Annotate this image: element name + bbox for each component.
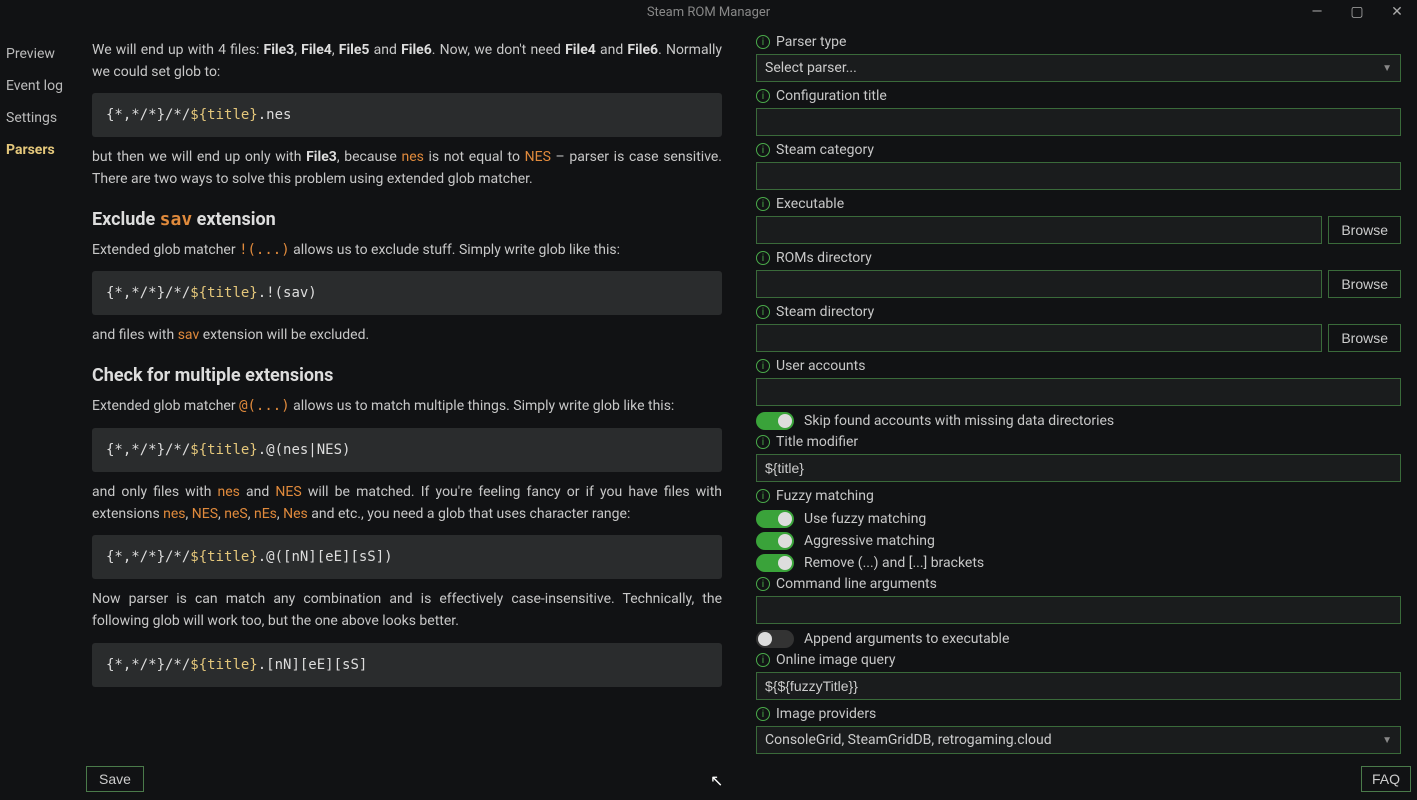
label-user-accounts: User accounts (776, 358, 865, 374)
window-title: Steam ROM Manager (647, 5, 770, 20)
code-block-2: {*,*/*}/*/${title}.!(sav) (92, 271, 722, 315)
cmdargs-input[interactable] (756, 596, 1401, 624)
doc-paragraph: Extended glob matcher @(...) allows us t… (92, 396, 722, 418)
label-skip-accounts: Skip found accounts with missing data di… (804, 413, 1114, 429)
info-icon[interactable]: i (756, 305, 770, 319)
code-block-3: {*,*/*}/*/${title}.@(nes|NES) (92, 428, 722, 472)
sidebar-item-settings[interactable]: Settings (0, 102, 80, 134)
label-steam-category: Steam category (776, 142, 874, 158)
info-icon[interactable]: i (756, 251, 770, 265)
parser-type-select[interactable]: Select parser...▼ (756, 54, 1401, 82)
label-use-fuzzy: Use fuzzy matching (804, 511, 926, 527)
close-button[interactable]: ✕ (1377, 0, 1417, 24)
use-fuzzy-toggle[interactable] (756, 510, 794, 528)
info-icon[interactable]: i (756, 35, 770, 49)
steam-dir-input[interactable] (756, 324, 1322, 352)
info-icon[interactable]: i (756, 653, 770, 667)
info-icon[interactable]: i (756, 489, 770, 503)
label-config-title: Configuration title (776, 88, 887, 104)
faq-button[interactable]: FAQ (1361, 766, 1411, 792)
steam-category-input[interactable] (756, 162, 1401, 190)
chevron-down-icon: ▼ (1382, 735, 1392, 746)
label-online-image: Online image query (776, 652, 895, 668)
doc-paragraph: Now parser is can match any combination … (92, 589, 722, 632)
doc-heading-exclude: Exclude sav extension (92, 209, 722, 230)
info-icon[interactable]: i (756, 89, 770, 103)
sidebar: Preview Event log Settings Parsers (0, 24, 80, 800)
doc-paragraph: Extended glob matcher !(...) allows us t… (92, 240, 722, 262)
browse-steam-button[interactable]: Browse (1328, 324, 1401, 352)
parser-config-form: i Parser type Select parser...▼ i Configur… (740, 24, 1417, 800)
label-title-modifier: Title modifier (776, 434, 858, 450)
chevron-down-icon: ▼ (1382, 63, 1392, 74)
skip-accounts-toggle[interactable] (756, 412, 794, 430)
code-block-1: {*,*/*}/*/${title}.nes (92, 93, 722, 137)
doc-paragraph: but then we will end up only with File3,… (92, 147, 722, 190)
sidebar-item-parsers[interactable]: Parsers (0, 134, 80, 166)
code-block-4: {*,*/*}/*/${title}.@([nN][eE][sS]) (92, 535, 722, 579)
image-providers-select[interactable]: ConsoleGrid, SteamGridDB, retrogaming.cl… (756, 726, 1401, 754)
maximize-button[interactable]: ▢ (1337, 0, 1377, 24)
info-icon[interactable]: i (756, 707, 770, 721)
titlebar: Steam ROM Manager — ▢ ✕ (0, 0, 1417, 24)
label-roms-dir: ROMs directory (776, 250, 872, 266)
title-modifier-input[interactable] (756, 454, 1401, 482)
label-aggressive: Aggressive matching (804, 533, 935, 549)
executable-input[interactable] (756, 216, 1322, 244)
browse-executable-button[interactable]: Browse (1328, 216, 1401, 244)
roms-dir-input[interactable] (756, 270, 1322, 298)
info-icon[interactable]: i (756, 197, 770, 211)
label-executable: Executable (776, 196, 844, 212)
code-block-5: {*,*/*}/*/${title}.[nN][eE][sS] (92, 643, 722, 687)
aggressive-toggle[interactable] (756, 532, 794, 550)
info-icon[interactable]: i (756, 359, 770, 373)
user-accounts-input[interactable] (756, 378, 1401, 406)
label-append-args: Append arguments to executable (804, 631, 1009, 647)
label-steam-dir: Steam directory (776, 304, 874, 320)
sidebar-item-eventlog[interactable]: Event log (0, 70, 80, 102)
minimize-button[interactable]: — (1297, 0, 1337, 24)
online-image-input[interactable] (756, 672, 1401, 700)
label-cmdargs: Command line arguments (776, 576, 937, 592)
label-remove-brackets: Remove (...) and [...] brackets (804, 555, 984, 571)
documentation-panel: We will end up with 4 files: File3, File… (80, 24, 740, 800)
remove-brackets-toggle[interactable] (756, 554, 794, 572)
info-icon[interactable]: i (756, 143, 770, 157)
label-fuzzy: Fuzzy matching (776, 488, 874, 504)
window-controls: — ▢ ✕ (1297, 0, 1417, 24)
doc-paragraph: and files with sav extension will be exc… (92, 325, 722, 347)
save-button[interactable]: Save (86, 766, 144, 792)
browse-roms-button[interactable]: Browse (1328, 270, 1401, 298)
append-args-toggle[interactable] (756, 630, 794, 648)
config-title-input[interactable] (756, 108, 1401, 136)
sidebar-item-preview[interactable]: Preview (0, 38, 80, 70)
doc-paragraph: We will end up with 4 files: File3, File… (92, 40, 722, 83)
doc-paragraph: and only files with nes and NES will be … (92, 482, 722, 525)
label-parser-type: Parser type (776, 34, 846, 50)
doc-heading-multiple: Check for multiple extensions (92, 365, 722, 386)
label-image-providers: Image providers (776, 706, 876, 722)
info-icon[interactable]: i (756, 435, 770, 449)
info-icon[interactable]: i (756, 577, 770, 591)
